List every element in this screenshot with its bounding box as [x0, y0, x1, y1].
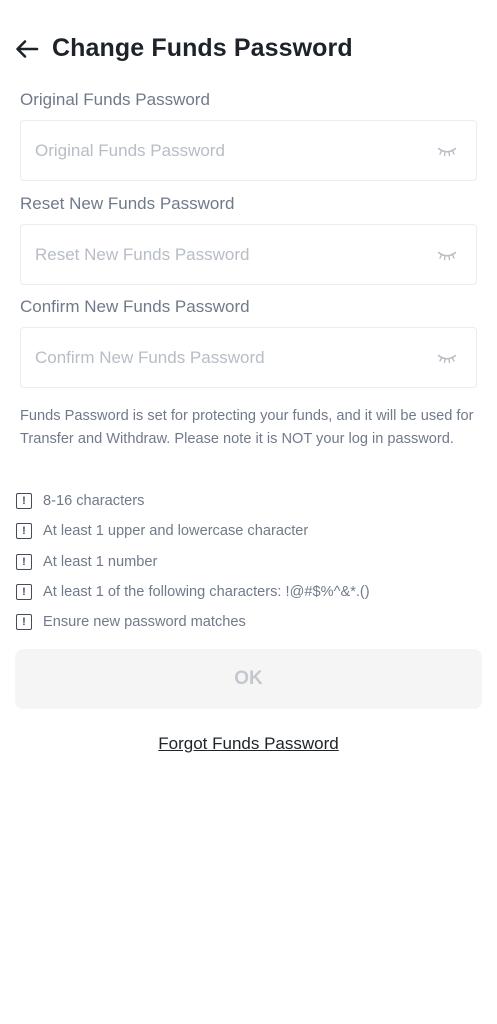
rule-text: At least 1 upper and lowercase character: [43, 523, 309, 539]
confirm-password-field: [20, 327, 477, 388]
warning-icon: !: [16, 523, 32, 539]
funds-password-note: Funds Password is set for protecting you…: [20, 408, 474, 447]
eye-closed-icon: [437, 354, 457, 364]
rule-text: Ensure new password matches: [43, 614, 246, 630]
header: Change Funds Password: [0, 26, 497, 72]
new-password-visibility-toggle[interactable]: [436, 245, 458, 265]
eye-closed-icon: [437, 147, 457, 157]
original-password-visibility-toggle[interactable]: [436, 141, 458, 161]
confirm-password-label: Confirm New Funds Password: [20, 297, 250, 316]
page-title: Change Funds Password: [52, 34, 353, 62]
arrow-left-icon: [16, 40, 39, 58]
eye-closed-icon: [437, 251, 457, 261]
rule-item-match: ! Ensure new password matches: [16, 612, 246, 632]
original-password-input[interactable]: [35, 121, 425, 180]
warning-icon: !: [16, 554, 32, 570]
forgot-funds-password-link[interactable]: Forgot Funds Password: [0, 734, 497, 754]
new-password-input[interactable]: [35, 225, 425, 284]
rule-item-special: ! At least 1 of the following characters…: [16, 582, 370, 602]
new-password-field: [20, 224, 477, 285]
rule-item-case: ! At least 1 upper and lowercase charact…: [16, 521, 308, 541]
back-button[interactable]: [10, 32, 44, 66]
ok-button[interactable]: OK: [15, 649, 482, 709]
warning-icon: !: [16, 614, 32, 630]
rule-text: At least 1 of the following characters: …: [43, 584, 370, 600]
warning-icon: !: [16, 584, 32, 600]
rule-item-number: ! At least 1 number: [16, 552, 157, 572]
original-password-field: [20, 120, 477, 181]
confirm-password-input[interactable]: [35, 328, 425, 387]
rule-item-length: ! 8-16 characters: [16, 491, 144, 511]
confirm-password-visibility-toggle[interactable]: [436, 348, 458, 368]
rule-text: At least 1 number: [43, 554, 158, 570]
new-password-label: Reset New Funds Password: [20, 194, 235, 213]
warning-icon: !: [16, 493, 32, 509]
rule-text: 8-16 characters: [43, 493, 145, 509]
change-funds-password-screen: Change Funds Password Original Funds Pas…: [0, 0, 497, 1024]
original-password-label: Original Funds Password: [20, 90, 210, 109]
